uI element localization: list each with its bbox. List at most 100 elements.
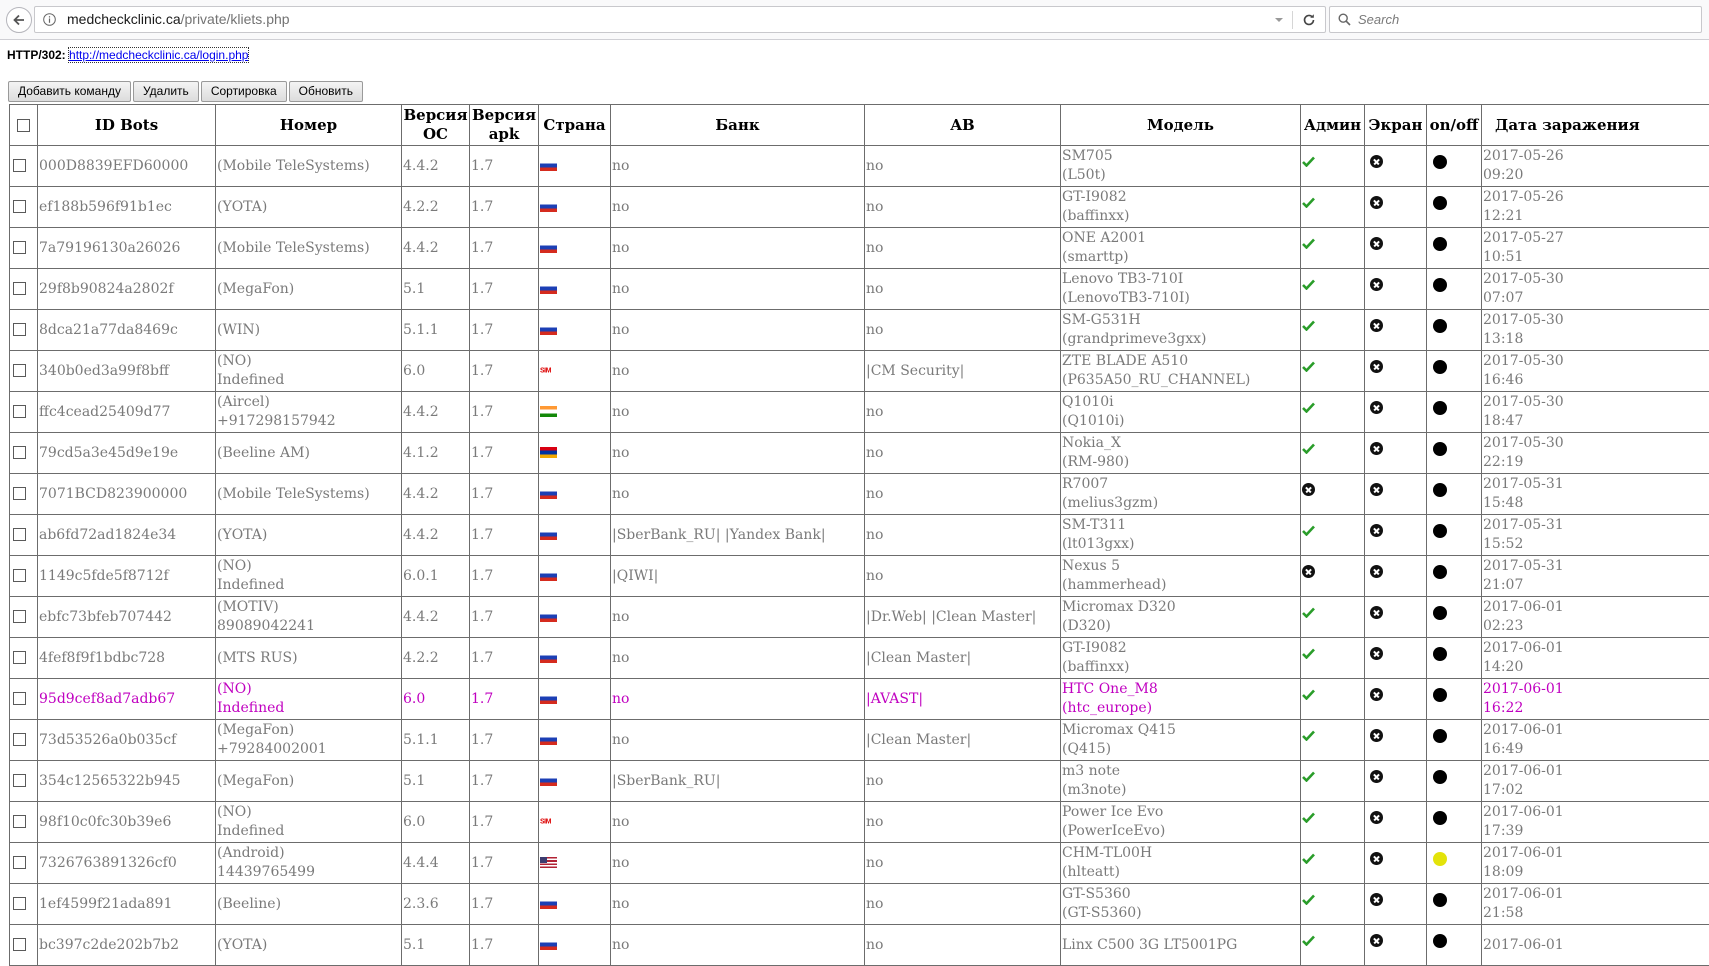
row-checkbox[interactable]: [13, 446, 26, 459]
date-cell: 2017-06-01 18:09: [1481, 842, 1709, 884]
col-number[interactable]: Номер: [215, 104, 402, 146]
flag-ru-icon: [540, 611, 557, 622]
table-row[interactable]: 73d53526a0b035cf (MegaFon) +79284002001 5.1…: [9, 719, 1709, 761]
admin-cell: [1300, 473, 1365, 515]
table-row[interactable]: 354c12565322b945 (MegaFon) 5.1 1.7 |SberBank…: [9, 760, 1709, 802]
table-row[interactable]: ffc4cead25409d77 (Aircel) +917298157942 4.4…: [9, 391, 1709, 433]
date-cell-line1: 2017-06-01: [1483, 763, 1564, 779]
status-dot-icon: [1433, 277, 1447, 292]
date-cell-line1: 2017-06-01: [1483, 722, 1564, 738]
bots-table: ID Bots Номер Версия ОС Версия apk Стран…: [9, 104, 1709, 966]
model-cell: Micromax Q415 (Q415): [1060, 719, 1301, 761]
bot-id-cell: 98f10c0fc30b39e6: [37, 801, 216, 843]
table-row[interactable]: 95d9cef8ad7adb67 (NO) Indefined 6.0 1.7 no |AV…: [9, 678, 1709, 720]
table-row[interactable]: 7071BCD823900000 (Mobile TeleSystems) 4.4.…: [9, 473, 1709, 515]
onoff-cell: [1426, 350, 1482, 392]
bank-cell: no: [610, 186, 865, 228]
number-cell-line1: (YOTA): [217, 198, 268, 215]
bot-id-cell: 8dca21a77da8469c: [37, 309, 216, 351]
url-text[interactable]: medcheckclinic.ca/private/kliets.php: [67, 11, 290, 27]
model-cell-line1: m3 note: [1062, 763, 1120, 779]
sort-button[interactable]: Сортировка: [200, 81, 287, 102]
table-row[interactable]: 340b0ed3a99f8bff (NO) Indefined 6.0 1.7 SIM no…: [9, 350, 1709, 392]
row-checkbox[interactable]: [13, 815, 26, 828]
row-checkbox[interactable]: [13, 364, 26, 377]
reload-icon[interactable]: [1301, 12, 1317, 28]
table-row[interactable]: ef188b596f91b1ec (YOTA) 4.2.2 1.7 no no GT-I90…: [9, 186, 1709, 228]
check-icon: [1302, 607, 1315, 618]
row-checkbox[interactable]: [13, 897, 26, 910]
col-apk-version[interactable]: Версия apk: [469, 104, 539, 146]
row-checkbox[interactable]: [13, 528, 26, 541]
select-all-checkbox[interactable]: [17, 119, 30, 132]
model-cell-line2: (Q415): [1062, 741, 1112, 757]
redirect-link[interactable]: http://medcheckclinic.ca/login.php: [68, 47, 250, 63]
onoff-cell: [1426, 514, 1482, 556]
table-row[interactable]: 000D8839EFD60000 (Mobile TeleSystems) 4.4.…: [9, 145, 1709, 187]
table-row[interactable]: 98f10c0fc30b39e6 (NO) Indefined 6.0 1.7 SIM no…: [9, 801, 1709, 843]
table-row[interactable]: 1149c5fde5f8712f (NO) Indefined 6.0.1 1.7 |QI…: [9, 555, 1709, 597]
row-checkbox[interactable]: [13, 487, 26, 500]
table-row[interactable]: 4fef8f9f1bdbc728 (MTS RUS) 4.2.2 1.7 no |Clea…: [9, 637, 1709, 679]
search-input[interactable]: Search: [1358, 12, 1399, 27]
table-row[interactable]: ebfc73bfeb707442 (MOTIV) 89089042241 4.4.2 1…: [9, 596, 1709, 638]
col-av[interactable]: AB: [864, 104, 1061, 146]
date-cell: 2017-06-01 17:39: [1481, 801, 1709, 843]
row-checkbox[interactable]: [13, 282, 26, 295]
table-row[interactable]: 8dca21a77da8469c (WIN) 5.1.1 1.7 no no SM-G531…: [9, 309, 1709, 351]
table-row[interactable]: ab6fd72ad1824e34 (YOTA) 4.4.2 1.7 |SberBank_…: [9, 514, 1709, 556]
screen-cell: [1364, 555, 1427, 597]
add-command-button[interactable]: Добавить команду: [8, 81, 131, 102]
av-cell: |AVAST|: [864, 678, 1061, 720]
number-cell-line1: (NO): [217, 681, 252, 697]
table-row[interactable]: bc397c2de202b7b2 (YOTA) 5.1 1.7 no no Linx C50…: [9, 924, 1709, 966]
search-bar[interactable]: Search: [1329, 6, 1702, 33]
bank-cell: no: [610, 678, 865, 720]
flag-us-icon: [540, 857, 557, 868]
back-button[interactable]: [6, 7, 32, 33]
table-row[interactable]: 7a79196130a26026 (Mobile TeleSystems) 4.4.…: [9, 227, 1709, 269]
delete-button[interactable]: Удалить: [132, 81, 199, 102]
row-checkbox[interactable]: [13, 323, 26, 336]
chevron-down-icon[interactable]: [1273, 14, 1285, 26]
row-checkbox[interactable]: [13, 159, 26, 172]
refresh-button[interactable]: Обновить: [288, 81, 364, 102]
table-row[interactable]: 79cd5a3e45d9e19e (Beeline AM) 4.1.2 1.7 no no…: [9, 432, 1709, 474]
row-checkbox[interactable]: [13, 774, 26, 787]
model-cell-line2: (D320): [1062, 618, 1111, 634]
col-model[interactable]: Модель: [1060, 104, 1301, 146]
row-checkbox[interactable]: [13, 200, 26, 213]
screen-cell: [1364, 186, 1427, 228]
row-checkbox[interactable]: [13, 692, 26, 705]
col-country[interactable]: Страна: [538, 104, 611, 146]
model-cell: Micromax D320 (D320): [1060, 596, 1301, 638]
col-bank[interactable]: Банк: [610, 104, 865, 146]
col-id-bots[interactable]: ID Bots: [37, 104, 216, 146]
row-checkbox[interactable]: [13, 241, 26, 254]
row-checkbox[interactable]: [13, 651, 26, 664]
model-cell-line1: Micromax Q415: [1062, 722, 1176, 738]
bank-cell: |SberBank_RU|: [610, 760, 865, 802]
col-os-version[interactable]: Версия ОС: [401, 104, 470, 146]
url-bar[interactable]: medcheckclinic.ca/private/kliets.php: [34, 6, 1326, 33]
number-cell: (MTS RUS): [215, 637, 402, 679]
col-admin[interactable]: Админ: [1300, 104, 1365, 146]
row-checkbox[interactable]: [13, 405, 26, 418]
row-checkbox[interactable]: [13, 569, 26, 582]
row-checkbox[interactable]: [13, 938, 26, 951]
table-row[interactable]: 1ef4599f21ada891 (Beeline) 2.3.6 1.7 no no GT-…: [9, 883, 1709, 925]
col-screen[interactable]: Экран: [1364, 104, 1427, 146]
os-version-cell: 5.1.1: [401, 719, 470, 761]
bot-id-cell: 1149c5fde5f8712f: [37, 555, 216, 597]
col-onoff[interactable]: on/off: [1426, 104, 1482, 146]
table-row[interactable]: 7326763891326cf0 (Android) 14439765499 4.4.…: [9, 842, 1709, 884]
country-cell: [538, 432, 611, 474]
admin-cell: [1300, 801, 1365, 843]
table-row[interactable]: 29f8b90824a2802f (MegaFon) 5.1 1.7 no no Lenov…: [9, 268, 1709, 310]
browser-toolbar: medcheckclinic.ca/private/kliets.php Sea…: [0, 0, 1709, 40]
row-checkbox[interactable]: [13, 733, 26, 746]
col-infection-date[interactable]: Дата заражения: [1481, 104, 1709, 146]
row-checkbox[interactable]: [13, 856, 26, 869]
info-icon[interactable]: [43, 13, 56, 26]
row-checkbox[interactable]: [13, 610, 26, 623]
